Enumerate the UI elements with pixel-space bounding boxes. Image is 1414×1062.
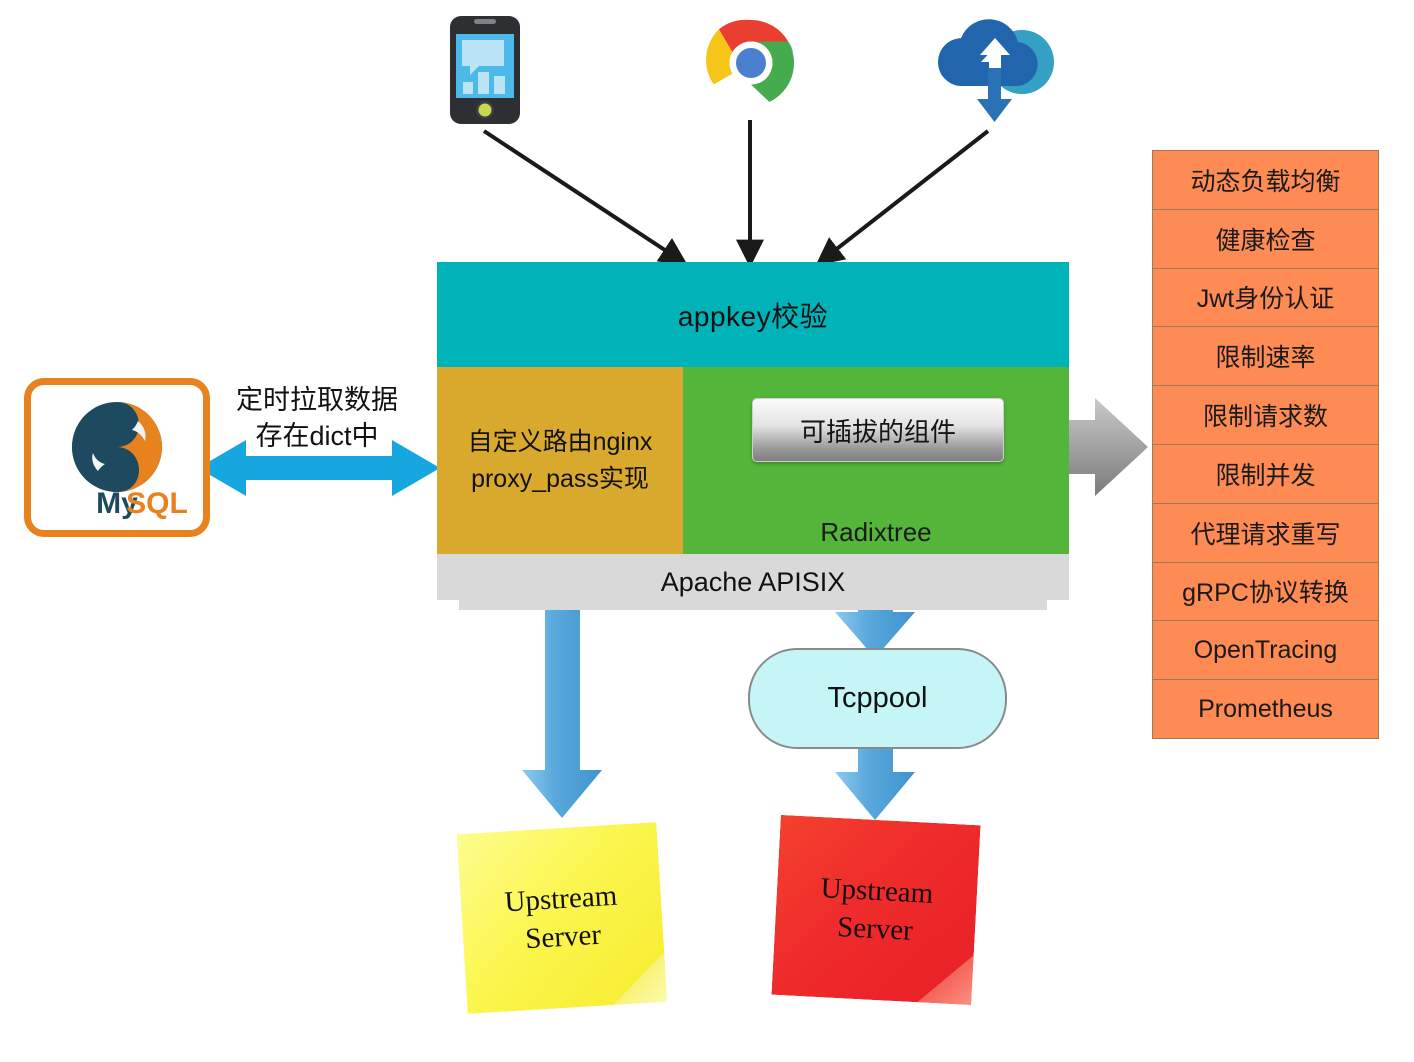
- mysql-caption-line2: 存在dict中: [255, 421, 379, 452]
- feature-item[interactable]: 限制请求数: [1153, 386, 1378, 445]
- feature-list: 动态负载均衡 健康检查 Jwt身份认证 限制速率 限制请求数 限制并发 代理请求…: [1152, 150, 1379, 739]
- mysql-datastore[interactable]: My SQL: [24, 378, 210, 537]
- upstream-server-red[interactable]: Upstream Server: [771, 815, 980, 1005]
- feature-item[interactable]: 限制速率: [1153, 327, 1378, 387]
- radixtree-label: Radixtree: [820, 517, 932, 547]
- upstream-red-line2: Server: [836, 911, 914, 947]
- feature-item[interactable]: 限制并发: [1153, 445, 1378, 504]
- feature-item[interactable]: 动态负载均衡: [1153, 151, 1378, 210]
- appkey-band-label: appkey校验: [677, 300, 829, 332]
- plugin-banner-label: 可插拔的组件: [799, 416, 956, 447]
- svg-text:SQL: SQL: [126, 487, 188, 520]
- mysql-caption-line1: 定时拉取数据: [236, 385, 398, 415]
- tcppool-node[interactable]: Tcppool: [748, 648, 1007, 749]
- arrow-phone-to-gateway: [482, 129, 688, 266]
- upstream-red-line1: Upstream: [819, 871, 935, 910]
- feature-item[interactable]: 代理请求重写: [1153, 504, 1378, 563]
- apisix-footer-label: Apache APISIX: [660, 566, 846, 597]
- route-panel-line1: 自定义路由nginx: [467, 428, 653, 457]
- footer-notch-right: [1047, 600, 1069, 610]
- pluggable-components-banner[interactable]: 可插拔的组件: [752, 398, 1004, 462]
- feature-item[interactable]: gRPC协议转换: [1153, 563, 1378, 622]
- upstream-yellow-line1: Upstream: [503, 879, 619, 919]
- mysql-sync-caption: 定时拉取数据 存在dict中: [206, 382, 428, 455]
- feature-item[interactable]: Prometheus: [1153, 680, 1378, 738]
- feature-item[interactable]: Jwt身份认证: [1153, 269, 1378, 328]
- tcppool-label: Tcppool: [827, 682, 928, 714]
- feature-item[interactable]: 健康检查: [1153, 210, 1378, 269]
- route-panel-line2: proxy_pass实现: [471, 464, 649, 493]
- arrow-tcppool-to-upstream-red: [835, 744, 915, 820]
- footer-notch-left: [437, 600, 459, 610]
- apisix-footer-bar: Apache APISIX: [437, 554, 1069, 610]
- feature-item[interactable]: OpenTracing: [1153, 621, 1378, 681]
- upstream-yellow-line2: Server: [524, 918, 602, 956]
- mysql-dolphin-logo: My SQL: [72, 401, 188, 520]
- diagram-canvas: My SQL 定时拉取数据 存在dict中 appkey校验 自定义路由ngin…: [0, 0, 1414, 1062]
- custom-route-panel[interactable]: 自定义路由nginx proxy_pass实现: [437, 367, 683, 554]
- arrow-cloud-to-gateway: [815, 129, 990, 266]
- upstream-server-yellow[interactable]: Upstream Server: [457, 822, 668, 1014]
- appkey-validation-band[interactable]: appkey校验: [437, 262, 1069, 367]
